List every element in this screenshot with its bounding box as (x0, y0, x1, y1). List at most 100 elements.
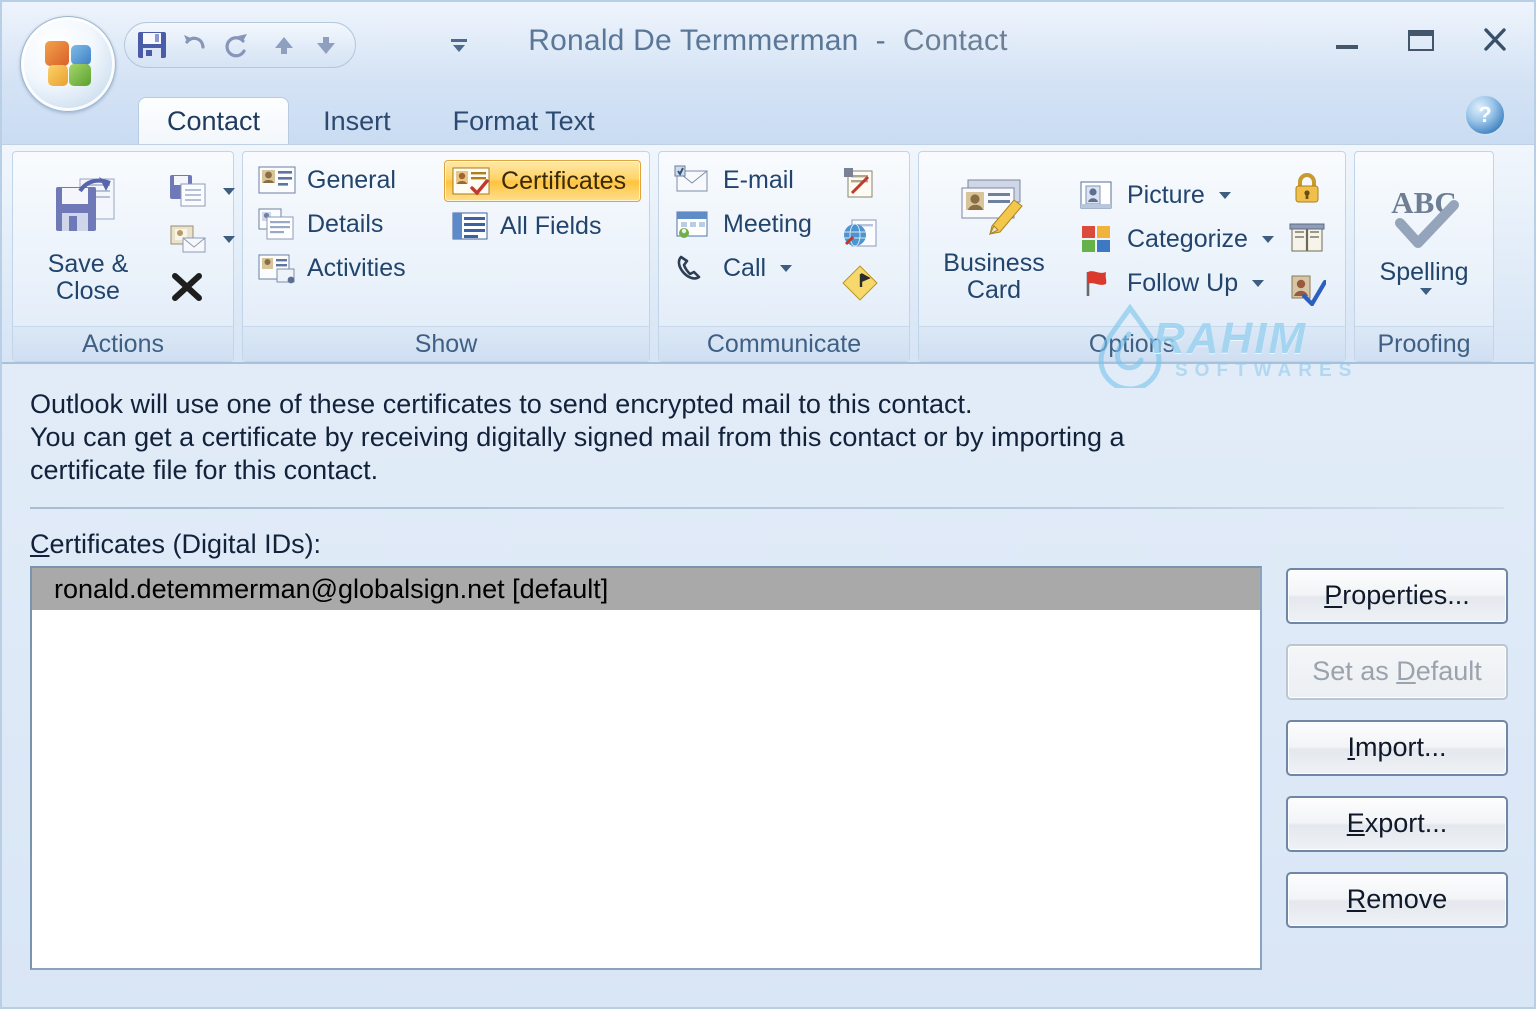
address-book-button[interactable] (1284, 216, 1330, 262)
show-all-fields-label: All Fields (500, 211, 602, 240)
map-button[interactable] (837, 260, 883, 306)
ribbon-group-proofing-label: Proofing (1355, 326, 1493, 361)
call-phone-icon (677, 255, 701, 280)
tab-format-text[interactable]: Format Text (425, 98, 623, 144)
save-and-close-icon (56, 177, 115, 231)
communicate-call-label: Call (723, 253, 767, 282)
web-page-button[interactable] (837, 210, 883, 256)
show-certificates-button[interactable]: Certificates (444, 160, 641, 202)
communicate-meeting-button[interactable]: Meeting (667, 204, 837, 244)
certificates-content-row: ronald.detemmerman@globalsign.net [defau… (30, 565, 1534, 970)
ribbon-group-options-label: Options (919, 326, 1345, 361)
help-button[interactable]: ? (1464, 94, 1506, 136)
certificates-page: Outlook will use one of these certificat… (2, 364, 1534, 1007)
ribbon-group-communicate: E-mail Meeting Call Communicate (658, 151, 910, 362)
business-card-label-line2: Card (966, 276, 1022, 304)
certificates-list-label: Certificates (Digital IDs): (30, 529, 1534, 560)
export-button-rest: xport... (1364, 808, 1448, 839)
show-details-button[interactable]: Details (251, 204, 444, 244)
spelling-button[interactable]: ABC Spelling (1357, 179, 1491, 299)
ribbon-group-show: General Details Activities Certificates … (242, 151, 650, 362)
address-book-icon (1289, 223, 1325, 252)
description-line-2: You can get a certificate by receiving d… (30, 421, 1125, 452)
send-contact-button[interactable] (161, 217, 245, 261)
ribbon-group-show-label: Show (243, 326, 649, 361)
import-button[interactable]: Import... (1286, 719, 1508, 776)
communicate-call-caret-icon (780, 264, 793, 272)
section-divider (30, 506, 1504, 509)
export-button-accel: E (1346, 808, 1365, 839)
web-page-icon (844, 219, 877, 247)
tab-insert-label: Insert (323, 105, 391, 136)
show-details-label: Details (307, 209, 384, 238)
send-contact-caret-icon (223, 235, 235, 243)
close-x-icon (1484, 28, 1506, 51)
show-activities-button[interactable]: Activities (251, 248, 444, 288)
description-line-1: Outlook will use one of these certificat… (30, 389, 973, 419)
remove-button[interactable]: Remove (1286, 871, 1508, 928)
tab-insert[interactable]: Insert (295, 98, 419, 144)
delete-x-icon (172, 273, 202, 301)
spelling-caret-icon (1420, 288, 1432, 295)
communicate-call-button[interactable]: Call (667, 248, 837, 288)
ribbon-group-proofing: ABC Spelling Proofing (1354, 151, 1494, 362)
show-certificates-label: Certificates (501, 166, 627, 195)
remove-button-rest: emove (1366, 884, 1448, 915)
assign-task-icon (844, 168, 873, 198)
business-card-label-line1: Business (943, 249, 1045, 277)
communicate-email-button[interactable]: E-mail (667, 160, 837, 200)
certificates-icon (452, 167, 490, 196)
window-controls (1324, 20, 1518, 60)
assign-task-button[interactable] (837, 160, 883, 206)
list-item-label: ronald.detemmerman@globalsign.net [defau… (54, 573, 609, 604)
certificates-description: Outlook will use one of these certificat… (30, 388, 1506, 487)
set-as-default-button-rest: efault (1415, 656, 1482, 687)
map-icon (842, 265, 878, 301)
export-button[interactable]: Export... (1286, 795, 1508, 852)
details-icon (258, 208, 294, 240)
certificates-list-label-rest: ertificates (Digital IDs): (49, 528, 322, 559)
show-all-fields-button[interactable]: All Fields (444, 206, 641, 246)
tab-contact[interactable]: Contact (138, 97, 290, 144)
spelling-label: Spelling (1379, 258, 1469, 286)
meeting-icon (676, 211, 708, 238)
options-follow-up-button[interactable]: Follow Up (1071, 263, 1284, 303)
options-categorize-label: Categorize (1127, 224, 1248, 253)
save-and-new-caret-icon (223, 187, 235, 195)
all-fields-icon (452, 212, 488, 240)
properties-button[interactable]: Properties... (1286, 567, 1508, 624)
business-card-icon (961, 179, 1023, 236)
show-general-button[interactable]: General (251, 160, 444, 200)
save-and-close-label-line2: Close (56, 277, 120, 305)
delete-button[interactable] (161, 265, 245, 309)
properties-button-accel: P (1324, 580, 1343, 611)
private-button[interactable] (1284, 166, 1330, 212)
save-and-close-button[interactable]: Save & Close (21, 169, 155, 309)
send-icon (170, 225, 206, 253)
close-button[interactable] (1472, 20, 1518, 60)
title-bar: Ronald De Termmerman - Contact (2, 2, 1534, 112)
certificates-listbox[interactable]: ronald.detemmerman@globalsign.net [defau… (30, 565, 1262, 970)
window-title-item-type: Contact (902, 24, 1008, 57)
ribbon-group-actions: Save & Close Actions (12, 151, 235, 362)
spelling-abc-icon: ABC (1391, 185, 1459, 248)
list-item[interactable]: ronald.detemmerman@globalsign.net [defau… (32, 567, 1260, 610)
description-line-3: certificate file for this contact. (30, 454, 379, 485)
maximize-button[interactable] (1398, 20, 1444, 60)
email-icon (674, 165, 708, 192)
ribbon-group-actions-label: Actions (13, 326, 233, 361)
minimize-button[interactable] (1324, 20, 1370, 60)
activities-icon (258, 254, 295, 284)
office-button[interactable] (20, 16, 116, 112)
save-and-new-button[interactable] (161, 169, 245, 213)
check-names-button[interactable] (1284, 266, 1330, 312)
help-question-icon: ? (1478, 102, 1492, 127)
general-card-icon (258, 166, 296, 194)
options-picture-label: Picture (1127, 180, 1205, 209)
set-as-default-button[interactable]: Set as Default (1286, 643, 1508, 700)
options-picture-button[interactable]: Picture (1071, 175, 1284, 215)
business-card-button[interactable]: Business Card (927, 170, 1061, 308)
certificates-list-label-accel: C (30, 528, 50, 559)
picture-icon (1080, 181, 1112, 209)
options-categorize-button[interactable]: Categorize (1071, 219, 1284, 259)
